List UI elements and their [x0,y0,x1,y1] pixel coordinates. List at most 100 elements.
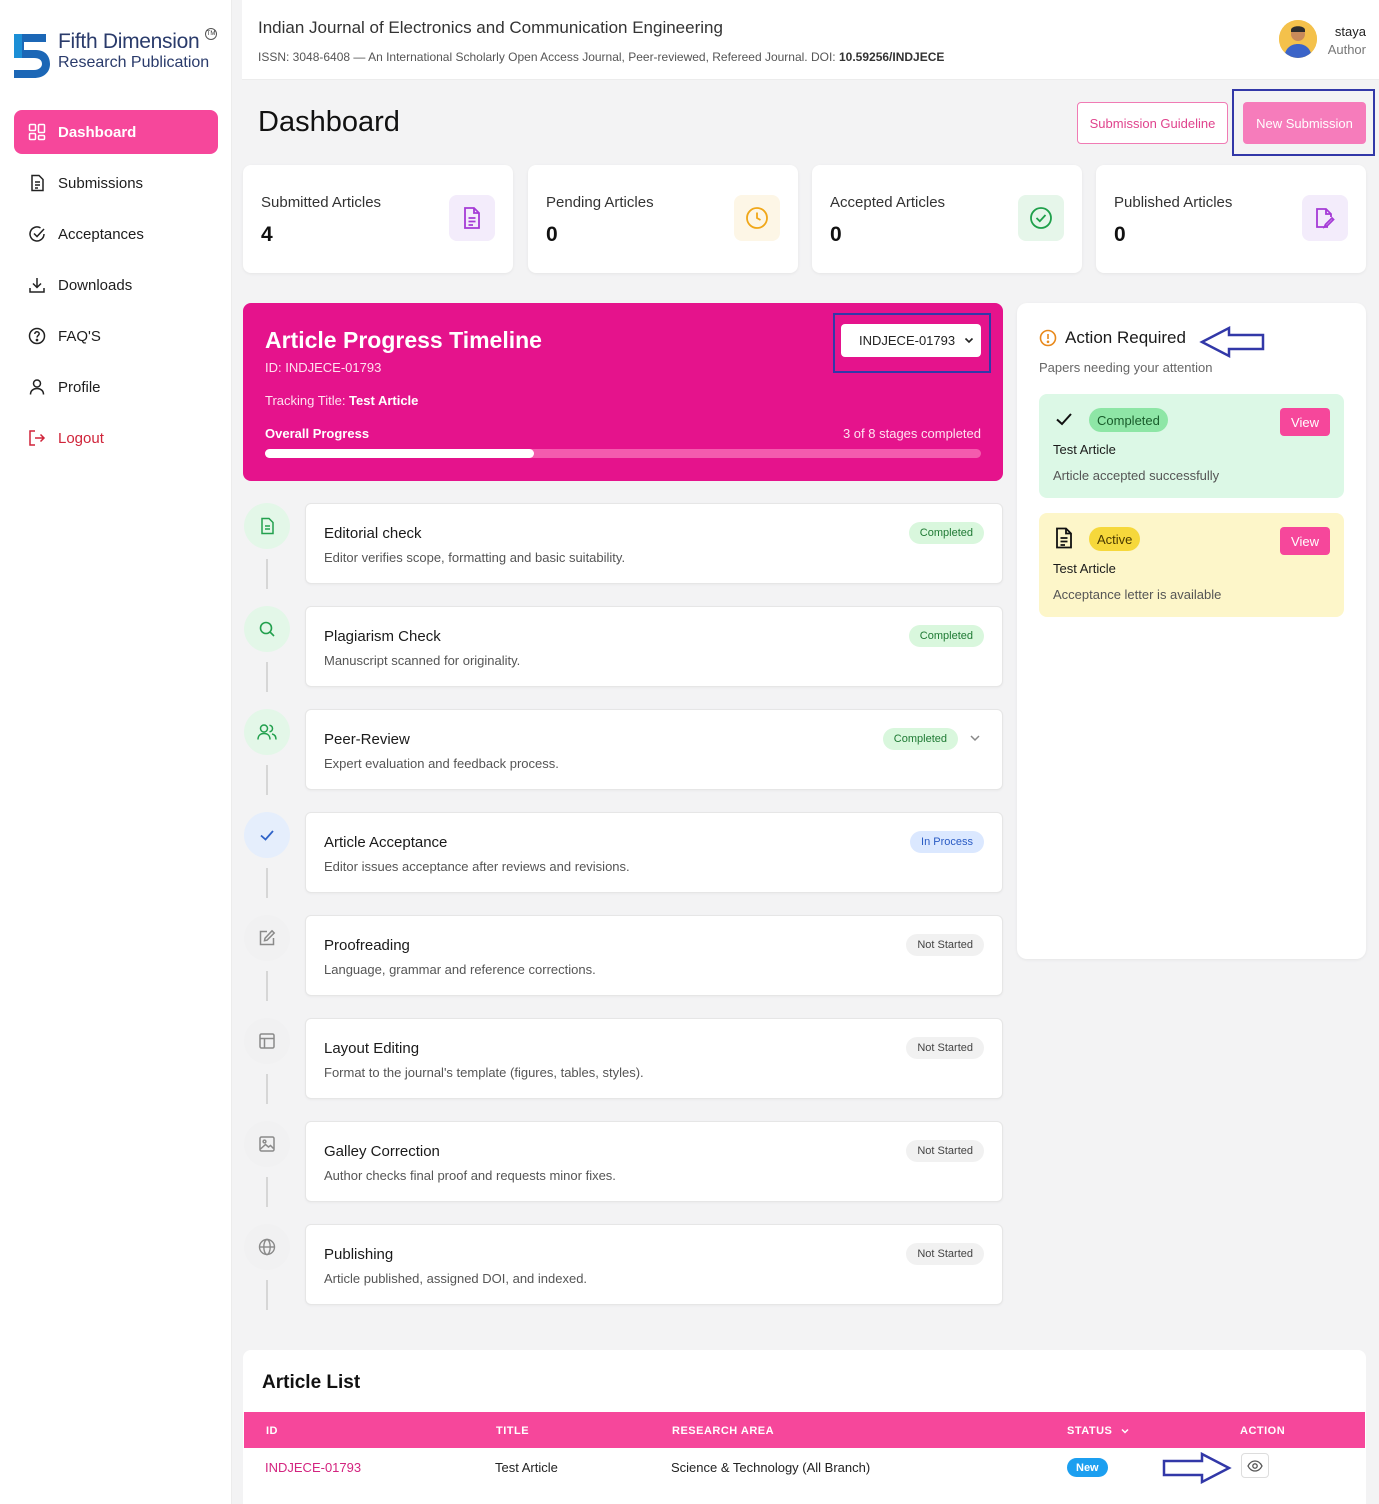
overall-progress-bar [265,449,981,458]
view-button[interactable]: View [1280,527,1330,555]
status-badge: In Process [910,831,984,853]
article-select-dropdown[interactable]: INDJECE-01793 [841,324,981,357]
sidebar-item-downloads[interactable]: Downloads [14,263,218,307]
sidebar: Fifth Dimension TM Research Publication … [0,0,232,1504]
column-header-status[interactable]: STATUS [1067,1425,1130,1437]
sidebar-item-label: FAQ'S [58,327,101,345]
overall-progress-label: Overall Progress [265,426,370,441]
overall-progress-fill [265,449,534,458]
sidebar-item-profile[interactable]: Profile [14,365,218,409]
sidebar-item-acceptances[interactable]: Acceptances [14,212,218,256]
stage-connector-line [266,662,268,692]
stage-status-circle [244,1018,290,1064]
stage-connector-line [266,765,268,795]
users-icon [257,723,277,741]
action-card-article: Test Article [1053,442,1116,457]
check-icon [1053,408,1075,430]
stage-card[interactable]: Peer-Review Expert evaluation and feedbac… [305,709,1003,790]
check-circle-icon [28,225,46,243]
sidebar-item-label: Downloads [58,276,133,294]
alert-circle-icon [1039,329,1057,347]
journal-doi: 10.59256/INDJECE [838,50,945,64]
stages-completed-count: 3 of 8 stages completed [842,426,981,441]
stage-status-circle [244,709,290,755]
sidebar-item-submissions[interactable]: Submissions [14,161,218,205]
view-article-button[interactable] [1241,1453,1269,1478]
stage-description: Author checks final proof and requests m… [324,1168,616,1183]
sidebar-item-faqs[interactable]: FAQ'S [14,314,218,358]
stage-name: Layout Editing [324,1040,420,1057]
action-card-article: Test Article [1053,561,1116,576]
column-header-title: TITLE [496,1425,530,1437]
action-card-message: Article accepted successfully [1053,468,1220,483]
trademark-mark: TM [205,28,217,40]
dashboard-grid-icon [28,123,46,141]
column-header-id: ID [266,1425,278,1437]
column-header-status-label: STATUS [1067,1425,1113,1437]
help-circle-icon [28,327,46,345]
sidebar-item-label: Profile [58,378,101,396]
article-select-value: INDJECE-01793 [859,333,956,348]
action-card-completed: Completed View Test Article Article acce… [1039,394,1344,498]
chevron-down-icon [1121,1429,1129,1434]
stage-description: Manuscript scanned for originality. [324,653,521,668]
status-badge: Not Started [906,1037,984,1059]
page-title: Dashboard [258,106,400,138]
sidebar-item-logout[interactable]: Logout [14,416,218,460]
stage-name: Plagiarism Check [324,628,441,645]
image-icon [258,1135,276,1153]
submission-guideline-button[interactable]: Submission Guideline [1077,102,1228,144]
journal-issn-text: ISSN: 3048-6408 — An International Schol… [258,50,839,64]
globe-icon [258,1238,276,1256]
status-badge: Completed [908,522,984,544]
status-badge: Active [1089,527,1141,551]
action-required-title: Action Required [1065,328,1186,347]
action-required-panel: Action Required Papers needing your atte… [1017,303,1366,959]
check-circle-icon [1018,195,1064,241]
user-role: Author [1327,42,1366,57]
stage-name: Editorial check [324,525,422,542]
stage-card: Article Acceptance Editor issues acceptan… [305,812,1003,893]
chevron-down-icon[interactable] [968,731,982,750]
stage-description: Language, grammar and reference correcti… [324,962,596,977]
avatar[interactable] [1279,20,1317,58]
sidebar-item-dashboard[interactable]: Dashboard [14,110,218,154]
stat-card-pending: Pending Articles 0 [528,165,798,273]
stat-label: Accepted Articles [830,194,946,211]
document-icon [258,517,276,535]
action-required-subtitle: Papers needing your attention [1039,360,1213,375]
new-submission-button[interactable]: New Submission [1243,102,1366,144]
action-card-message: Acceptance letter is available [1053,587,1222,602]
user-name[interactable]: staya [1335,24,1366,39]
view-button[interactable]: View [1280,408,1330,436]
stage-status-circle [244,606,290,652]
timeline-article-id: ID: INDJECE-01793 [265,360,382,375]
document-icon [1053,527,1075,549]
sidebar-item-label: Logout [58,429,104,447]
stage-description: Article published, assigned DOI, and ind… [324,1271,588,1286]
stage-card: Publishing Article published, assigned DO… [305,1224,1003,1305]
stage-description: Expert evaluation and feedback process. [324,756,559,771]
sidebar-nav: Dashboard Submissions Acceptances Downlo… [14,110,218,467]
article-list-panel: Article List ID TITLE RESEARCH AREA STAT… [243,1350,1366,1504]
stage-card: Layout Editing Format to the journal's te… [305,1018,1003,1099]
row-article-id[interactable]: INDJECE-01793 [265,1460,361,1475]
stat-card-submitted: Submitted Articles 4 [243,165,513,273]
status-badge: Not Started [906,934,984,956]
stage-name: Article Acceptance [324,834,448,851]
brand-logo[interactable]: Fifth Dimension TM Research Publication [12,28,222,84]
action-card-active: Active View Test Article Acceptance lett… [1039,513,1344,617]
logout-icon [28,429,46,447]
stage-status-circle [244,915,290,961]
search-icon [258,620,276,638]
layout-icon [258,1032,276,1050]
stage-card: Galley Correction Author checks final pro… [305,1121,1003,1202]
column-header-research-area: RESEARCH AREA [672,1425,775,1437]
status-badge: Completed [882,728,958,750]
table-row: INDJECE-01793 Test Article Science & Tec… [244,1448,1365,1488]
stage-description: Editor issues acceptance after reviews a… [324,859,630,874]
stage-description: Editor verifies scope, formatting and ba… [324,550,626,565]
stat-label: Pending Articles [546,194,654,211]
status-badge: Not Started [906,1140,984,1162]
document-icon [449,195,495,241]
